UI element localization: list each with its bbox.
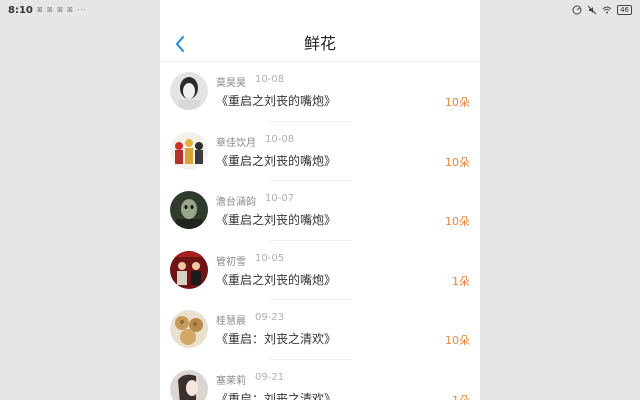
status-bar: 8:10 ꕤ ꕤ ꕤ ꕤ ··· 46 (0, 0, 640, 20)
avatar[interactable] (170, 191, 208, 229)
flower-count: 1朵 (452, 274, 470, 288)
list-item[interactable]: 澹台涵韵 10-07 《重启之刘丧的嘴炮》 10朵 (160, 181, 480, 241)
user-name[interactable]: 章佳饮月 (216, 134, 256, 149)
gift-date: 10-08 (255, 74, 285, 85)
user-name[interactable]: 莫昊昊 (216, 74, 246, 89)
gift-date: 10-08 (265, 133, 295, 145)
book-title[interactable]: 《重启之刘丧的嘴炮》 (216, 92, 336, 109)
flower-count: 1朵 (452, 393, 470, 400)
mute-icon (587, 5, 597, 15)
avatar[interactable] (170, 369, 208, 400)
flower-count: 10朵 (445, 215, 470, 228)
list-item[interactable]: 桂慧晨 09-23 《重启：刘丧之清欢》 10朵 (160, 300, 480, 360)
status-bar-right: 46 (572, 5, 632, 15)
user-name[interactable]: 管初雪 (216, 253, 246, 268)
book-title[interactable]: 《重启：刘丧之清欢》 (216, 390, 336, 400)
book-title[interactable]: 《重启之刘丧的嘴炮》 (216, 211, 336, 228)
gift-date: 09-23 (255, 312, 285, 323)
page-title: 鲜花 (303, 34, 336, 53)
avatar[interactable] (170, 250, 208, 289)
flower-list: 莫昊昊 10-08 《重启之刘丧的嘴炮》 10朵 章佳饮月 10-08 《重启之… (160, 62, 480, 400)
book-title[interactable]: 《重启之刘丧的嘴炮》 (216, 152, 336, 169)
avatar[interactable] (170, 131, 208, 170)
status-time: 8:10 (8, 4, 33, 16)
battery-icon: 46 (617, 5, 632, 15)
gift-date: 10-07 (265, 193, 295, 204)
list-item[interactable]: 莫昊昊 10-08 《重启之刘丧的嘴炮》 10朵 (160, 62, 480, 122)
gift-date: 09-21 (255, 371, 285, 383)
book-title[interactable]: 《重启：刘丧之清欢》 (216, 330, 336, 347)
flower-count: 10朵 (445, 155, 470, 169)
avatar[interactable] (170, 72, 208, 110)
book-title[interactable]: 《重启之刘丧的嘴炮》 (216, 271, 336, 288)
flower-count: 10朵 (445, 96, 470, 109)
flowers-panel: 鲜花 莫昊昊 10-08 《重启之刘丧的嘴炮》 10朵 章佳饮月 10-08 《… (160, 0, 480, 400)
gift-date: 10-05 (255, 252, 285, 264)
speedometer-icon (572, 5, 582, 15)
avatar[interactable] (170, 310, 208, 348)
list-item[interactable]: 塞茉莉 09-21 《重启：刘丧之清欢》 1朵 (160, 360, 480, 400)
list-item[interactable]: 管初雪 10-05 《重启之刘丧的嘴炮》 1朵 (160, 241, 480, 300)
status-bar-left: 8:10 ꕤ ꕤ ꕤ ꕤ ··· (8, 5, 87, 16)
user-name[interactable]: 塞茉莉 (216, 372, 246, 387)
user-name[interactable]: 桂慧晨 (216, 312, 246, 327)
wifi-icon (602, 5, 612, 15)
notification-icons: ꕤ ꕤ ꕤ ꕤ ··· (36, 5, 87, 14)
user-name[interactable]: 澹台涵韵 (216, 193, 256, 208)
flower-count: 10朵 (445, 334, 470, 347)
list-item[interactable]: 章佳饮月 10-08 《重启之刘丧的嘴炮》 10朵 (160, 122, 480, 181)
